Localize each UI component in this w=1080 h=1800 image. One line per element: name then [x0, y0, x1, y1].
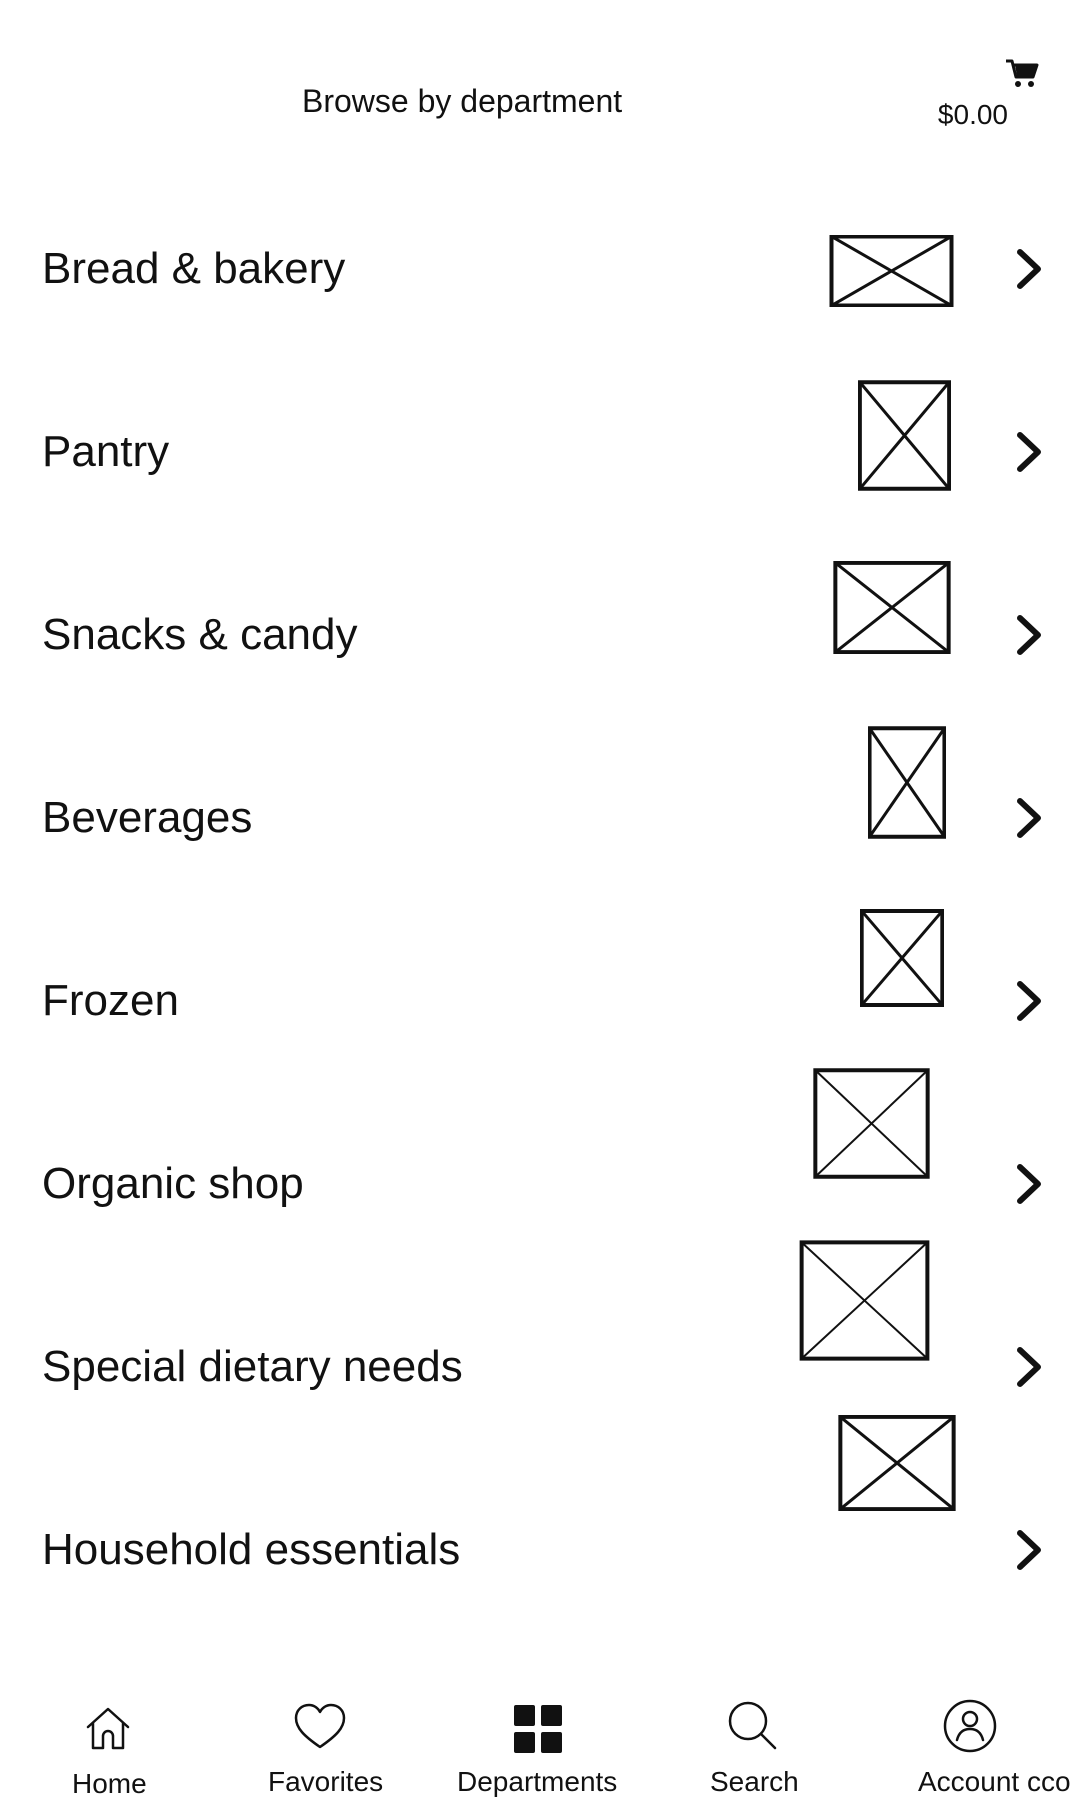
department-row-snacks-candy[interactable]: Snacks & candy: [0, 543, 1080, 726]
search-icon: [724, 1698, 780, 1754]
department-label: Frozen: [42, 975, 179, 1025]
department-label: Household essentials: [42, 1524, 461, 1574]
page-title: Browse by department: [302, 83, 623, 119]
nav-label: Search: [710, 1766, 799, 1797]
image-placeholder-icon: [813, 1068, 930, 1179]
chevron-right-icon: [1012, 429, 1046, 475]
nav-label: Home: [72, 1768, 147, 1799]
chevron-right-icon: [1012, 1527, 1046, 1573]
nav-label: Favorites: [268, 1766, 384, 1797]
chevron-right-icon: [1012, 978, 1046, 1024]
nav-departments[interactable]: Departments: [455, 1690, 635, 1800]
department-label: Snacks & candy: [42, 609, 358, 659]
image-placeholder-icon: [860, 909, 944, 1007]
department-label: Beverages: [42, 792, 253, 842]
nav-favorites[interactable]: Favorites: [262, 1690, 402, 1800]
chevron-right-icon: [1012, 1344, 1046, 1390]
nav-home[interactable]: Home: [60, 1690, 170, 1800]
home-icon: [80, 1700, 136, 1756]
account-icon: [942, 1698, 998, 1754]
nav-label: Departments: [457, 1766, 618, 1797]
image-placeholder-icon: [799, 1240, 930, 1361]
nav-label: Account cco: [918, 1766, 1071, 1797]
nav-account[interactable]: Account cco: [916, 1690, 1080, 1800]
image-placeholder-icon: [833, 561, 951, 654]
chevron-right-icon: [1012, 246, 1046, 292]
image-placeholder-icon: [838, 1415, 956, 1511]
department-list: Bread & bakery Pantry Snacks & candy Bev…: [0, 177, 1080, 1641]
department-row-bread-bakery[interactable]: Bread & bakery: [0, 177, 1080, 360]
image-placeholder-icon: [829, 235, 954, 307]
department-label: Organic shop: [42, 1158, 304, 1208]
cart-icon[interactable]: [1004, 55, 1040, 91]
chevron-right-icon: [1012, 795, 1046, 841]
header: Browse by department $0.00: [0, 0, 1080, 160]
department-label: Bread & bakery: [42, 243, 346, 293]
cart-total: $0.00: [937, 99, 1008, 130]
department-row-pantry[interactable]: Pantry: [0, 360, 1080, 543]
image-placeholder-icon: [868, 726, 946, 839]
department-row-frozen[interactable]: Frozen: [0, 909, 1080, 1092]
department-row-beverages[interactable]: Beverages: [0, 726, 1080, 909]
bottom-nav: Home Favorites Departments Search Accoun…: [0, 1690, 1080, 1800]
chevron-right-icon: [1012, 612, 1046, 658]
nav-search[interactable]: Search: [706, 1690, 816, 1800]
department-label: Special dietary needs: [42, 1341, 463, 1391]
image-placeholder-icon: [858, 380, 951, 491]
department-row-household-essentials[interactable]: Household essentials: [0, 1458, 1080, 1641]
department-label: Pantry: [42, 426, 170, 476]
chevron-right-icon: [1012, 1161, 1046, 1207]
grid-icon: [513, 1704, 563, 1754]
cart-button[interactable]: $0.00: [920, 55, 1040, 135]
heart-icon: [292, 1700, 348, 1756]
